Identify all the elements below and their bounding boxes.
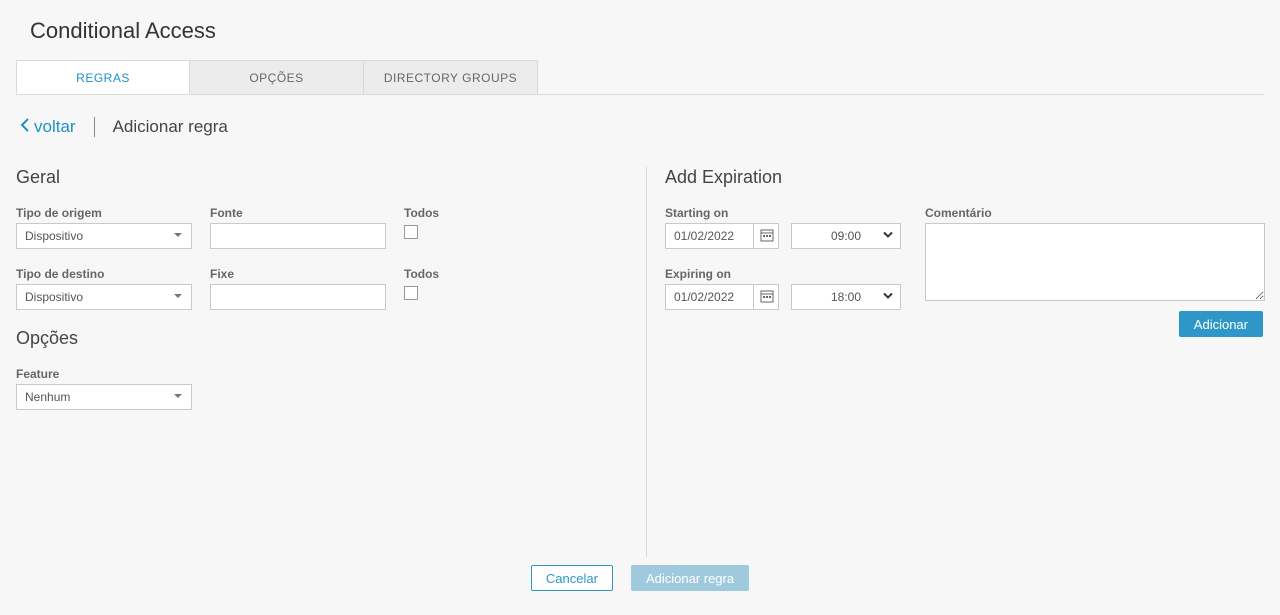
feature-label: Feature — [16, 367, 192, 381]
dest-type-label: Tipo de destino — [16, 267, 192, 281]
back-link[interactable]: voltar — [20, 117, 76, 137]
section-heading-geral: Geral — [16, 167, 634, 188]
starting-time-select[interactable]: 09:00 — [791, 223, 901, 249]
starting-on-label: Starting on — [665, 206, 901, 220]
breadcrumb-separator — [94, 117, 95, 137]
expiring-time-value: 18:00 — [831, 290, 861, 304]
calendar-icon — [760, 228, 774, 245]
todos2-checkbox[interactable] — [404, 286, 418, 300]
origin-type-value: Dispositivo — [25, 229, 83, 243]
comment-label: Comentário — [925, 206, 1265, 220]
tab-bar: REGRAS OPÇÕES DIRECTORY GROUPS — [16, 60, 1264, 95]
add-expiration-button[interactable]: Adicionar — [1179, 311, 1263, 337]
breadcrumb: voltar Adicionar regra — [20, 117, 1264, 137]
breadcrumb-current: Adicionar regra — [113, 117, 228, 137]
todos1-checkbox[interactable] — [404, 225, 418, 239]
comment-textarea[interactable] — [925, 223, 1265, 301]
tab-regras[interactable]: REGRAS — [16, 60, 190, 94]
section-heading-expiration: Add Expiration — [665, 167, 1265, 188]
caret-down-icon — [173, 390, 183, 404]
submit-button[interactable]: Adicionar regra — [631, 565, 749, 591]
todos2-label: Todos — [404, 267, 439, 281]
tab-opcoes[interactable]: OPÇÕES — [190, 60, 364, 94]
dest-type-value: Dispositivo — [25, 290, 83, 304]
cancel-button[interactable]: Cancelar — [531, 565, 613, 591]
todos1-label: Todos — [404, 206, 439, 220]
expiring-date-calendar-button[interactable] — [753, 284, 779, 310]
starting-date-calendar-button[interactable] — [753, 223, 779, 249]
fixe-label: Fixe — [210, 267, 386, 281]
calendar-icon — [760, 289, 774, 306]
back-link-label: voltar — [34, 117, 76, 137]
caret-down-icon — [173, 290, 183, 304]
fonte-input[interactable] — [210, 223, 386, 249]
chevron-down-icon — [882, 229, 894, 244]
expiring-on-label: Expiring on — [665, 267, 901, 281]
fixe-input[interactable] — [210, 284, 386, 310]
tab-directory-groups[interactable]: DIRECTORY GROUPS — [364, 60, 538, 94]
origin-type-select[interactable]: Dispositivo — [16, 223, 192, 249]
feature-value: Nenhum — [25, 390, 70, 404]
feature-select[interactable]: Nenhum — [16, 384, 192, 410]
caret-down-icon — [173, 229, 183, 243]
page-title: Conditional Access — [30, 18, 1264, 44]
section-heading-opcoes: Opções — [16, 328, 634, 349]
starting-time-value: 09:00 — [831, 229, 861, 243]
chevron-down-icon — [882, 290, 894, 305]
chevron-left-icon — [20, 117, 30, 137]
dest-type-select[interactable]: Dispositivo — [16, 284, 192, 310]
origin-type-label: Tipo de origem — [16, 206, 192, 220]
expiring-time-select[interactable]: 18:00 — [791, 284, 901, 310]
fonte-label: Fonte — [210, 206, 386, 220]
